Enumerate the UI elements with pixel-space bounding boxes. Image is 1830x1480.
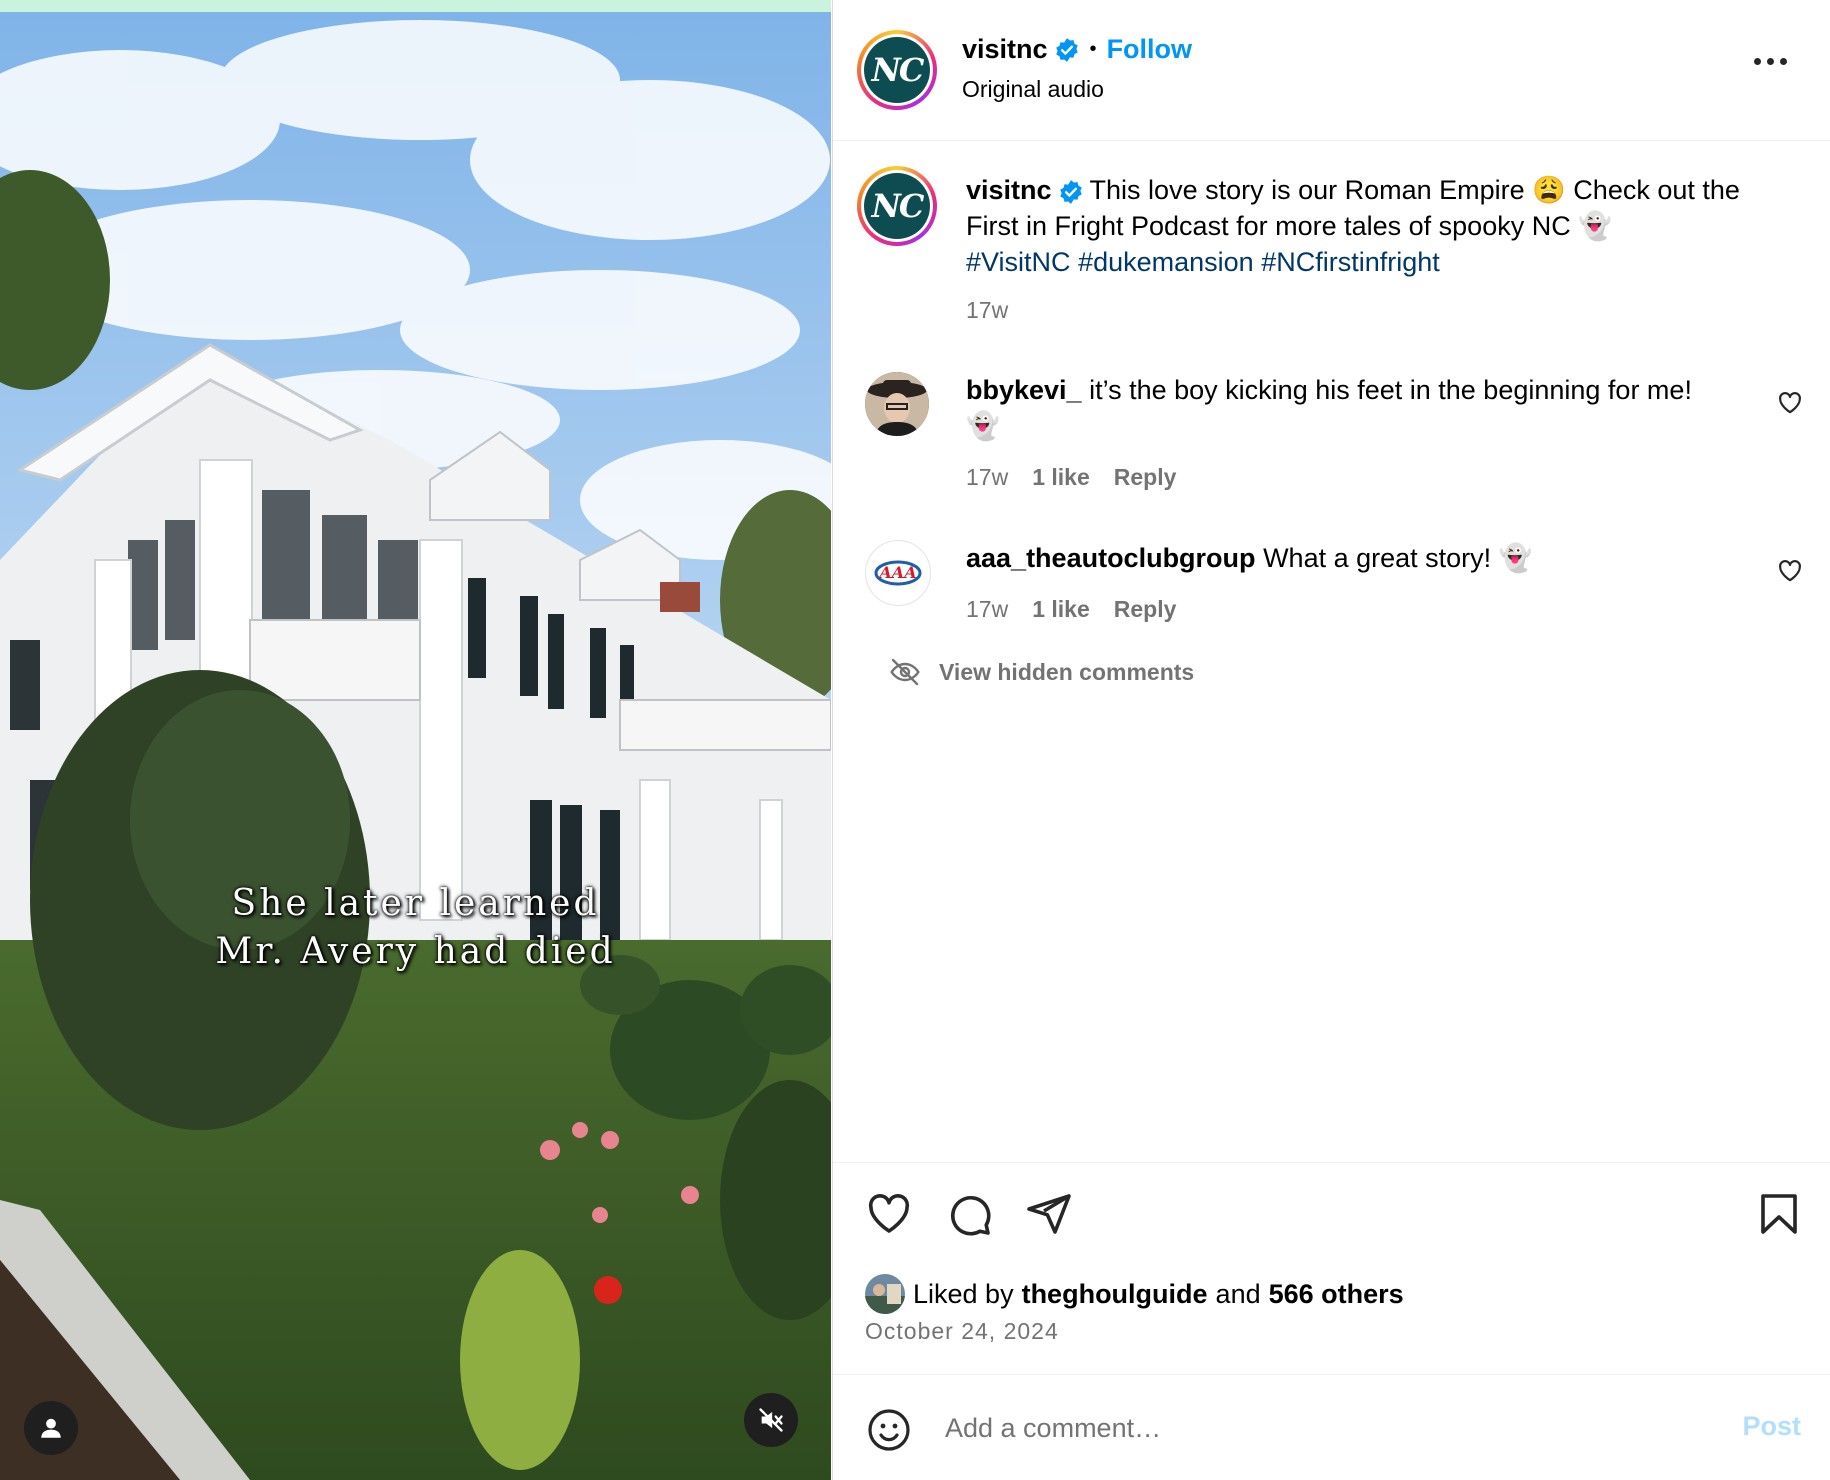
view-hidden-comments-button[interactable]: View hidden comments [889, 656, 1194, 688]
verified-badge-icon [1055, 37, 1078, 62]
original-audio-link[interactable]: Original audio [962, 76, 1104, 103]
comment-meta: 17w 1 like Reply [966, 464, 1176, 491]
person-icon [41, 1418, 61, 1438]
more-options-icon[interactable] [1754, 58, 1787, 65]
comment-time[interactable]: 17w [966, 596, 1008, 623]
liked-by-user[interactable]: theghoulguide [1022, 1279, 1208, 1310]
aaa-logo-text: AAA [877, 563, 916, 582]
commenter-avatar[interactable] [865, 372, 929, 436]
caption-username[interactable]: visitnc [966, 175, 1052, 205]
caption-author-avatar[interactable]: NC [857, 166, 937, 246]
comment-body: bbykevi_ it’s the boy kicking his feet i… [966, 372, 1726, 444]
emoji-picker-icon[interactable] [865, 1406, 913, 1454]
hidden-comments-label: View hidden comments [939, 658, 1195, 685]
tagged-users-button[interactable] [24, 1401, 78, 1455]
likes-summary: Liked by theghoulguide and 566 others [865, 1274, 1404, 1314]
divider [833, 1374, 1830, 1375]
share-paper-plane-icon[interactable] [1025, 1190, 1073, 1238]
comment-username[interactable]: bbykevi_ [966, 375, 1082, 405]
comment-username[interactable]: aaa_theautoclubgroup [966, 543, 1256, 573]
commenter-avatar[interactable]: AAA [865, 540, 931, 606]
liker-avatar[interactable] [865, 1274, 905, 1314]
subtitle-line-1: She later learned [231, 883, 600, 924]
visitnc-logo: NC [864, 173, 930, 239]
hashtag-visitnc[interactable]: #VisitNC [966, 247, 1071, 277]
post-date[interactable]: October 24, 2024 [865, 1318, 1059, 1345]
liked-by-and: and [1215, 1278, 1261, 1309]
header-author-row: visitnc • Follow [962, 34, 1192, 65]
add-comment-input[interactable] [945, 1408, 1665, 1448]
mansion-photo [0, 0, 831, 1480]
follow-button[interactable]: Follow [1107, 34, 1192, 65]
post-comment-button[interactable]: Post [1742, 1411, 1801, 1442]
comment-reply-button[interactable]: Reply [1114, 596, 1177, 623]
speaker-muted-icon [759, 1408, 783, 1432]
likes-others-count[interactable]: 566 others [1269, 1279, 1404, 1310]
instagram-post-view: She later learned Mr. Avery had died NC [0, 0, 1830, 1480]
aaa-logo-icon: AAA [874, 560, 922, 586]
comment-meta: 17w 1 like Reply [966, 596, 1176, 623]
subtitle-line-2: Mr. Avery had died [215, 931, 616, 972]
mute-toggle-button[interactable] [744, 1393, 798, 1447]
comment-like-heart-icon[interactable] [1777, 558, 1803, 584]
reel-video[interactable]: She later learned Mr. Avery had died [0, 0, 831, 1480]
post-caption: visitnc This love story is our Roman Empi… [966, 172, 1746, 280]
visitnc-logo: NC [864, 37, 930, 103]
video-subtitle: She later learned Mr. Avery had died [0, 880, 831, 976]
comment-like-heart-icon[interactable] [1777, 390, 1803, 416]
save-bookmark-icon[interactable] [1755, 1190, 1803, 1238]
user-photo-icon [865, 372, 929, 436]
comment-time[interactable]: 17w [966, 464, 1008, 491]
hashtag-dukemansion[interactable]: #dukemansion [1078, 247, 1254, 277]
author-avatar[interactable]: NC [857, 30, 937, 110]
divider [833, 1162, 1830, 1163]
comment-reply-button[interactable]: Reply [1114, 464, 1177, 491]
like-heart-icon[interactable] [865, 1190, 913, 1238]
liker-photo-icon [865, 1274, 905, 1314]
liked-by-prefix: Liked by [913, 1278, 1014, 1309]
caption-timestamp[interactable]: 17w [966, 297, 1008, 324]
header-separator: • [1089, 38, 1097, 60]
comment-bubble-icon[interactable] [945, 1190, 993, 1238]
post-header: NC visitnc • Follow Original audio [833, 0, 1830, 141]
comment-like-count[interactable]: 1 like [1032, 464, 1090, 491]
comment-text: What a great story! 👻 [1263, 543, 1533, 573]
post-side-panel: NC visitnc • Follow Original audio NC vi… [832, 0, 1830, 1480]
comment-like-count[interactable]: 1 like [1032, 596, 1090, 623]
comment-body: aaa_theautoclubgroup What a great story!… [966, 540, 1726, 576]
hashtag-ncfirstinfright[interactable]: #NCfirstinfright [1261, 247, 1440, 277]
author-username[interactable]: visitnc [962, 34, 1048, 65]
eye-off-icon [890, 658, 920, 686]
verified-badge-icon [1059, 179, 1082, 204]
